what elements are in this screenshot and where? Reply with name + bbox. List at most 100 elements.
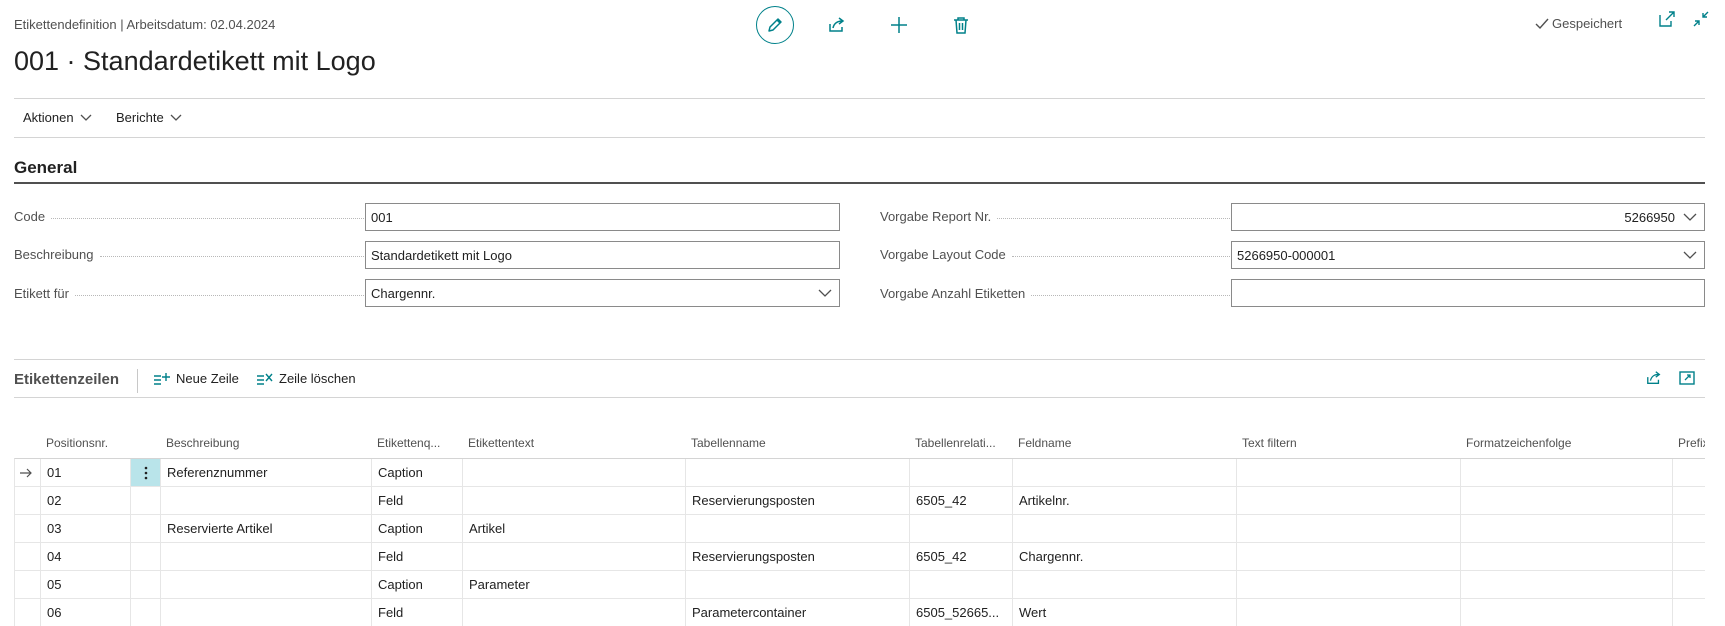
table-row[interactable]: 01 Referenznummer Caption	[15, 459, 1705, 487]
table-row[interactable]: 06 Feld Parametercontainer 6505_52665...…	[15, 599, 1705, 626]
cell-description[interactable]	[161, 487, 372, 514]
cell-type[interactable]: Caption	[372, 459, 463, 486]
actions-menu[interactable]: Aktionen	[23, 110, 92, 125]
cell-text-filter[interactable]	[1237, 571, 1461, 598]
cell-text[interactable]	[463, 543, 686, 570]
cell-text-filter[interactable]	[1237, 487, 1461, 514]
cell-format[interactable]	[1461, 487, 1673, 514]
cell-field-name[interactable]: Chargennr.	[1013, 543, 1237, 570]
column-header[interactable]: Prefix	[1672, 428, 1705, 458]
cell-format[interactable]	[1461, 515, 1673, 542]
cell-description[interactable]	[161, 599, 372, 626]
cell-table-name[interactable]: Parametercontainer	[686, 599, 910, 626]
cell-table-relation[interactable]: 6505_42	[910, 543, 1013, 570]
column-header[interactable]: Positionsnr.	[40, 428, 130, 458]
cell-type[interactable]: Feld	[372, 599, 463, 626]
table-row[interactable]: 04 Feld Reservierungsposten 6505_42 Char…	[15, 543, 1705, 571]
reports-menu[interactable]: Berichte	[116, 110, 182, 125]
cell-field-name[interactable]: Artikelnr.	[1013, 487, 1237, 514]
cell-position[interactable]: 04	[41, 543, 131, 570]
default-report-select[interactable]: 5266950	[1231, 203, 1705, 231]
cell-table-name[interactable]	[686, 459, 910, 486]
code-value: 001	[371, 209, 393, 225]
lines-expand-button[interactable]	[1673, 364, 1701, 392]
table-row[interactable]: 05 Caption Parameter	[15, 571, 1705, 599]
open-new-window-button[interactable]	[1652, 4, 1682, 34]
cell-text-filter[interactable]	[1237, 459, 1461, 486]
cell-table-name[interactable]	[686, 571, 910, 598]
cell-table-name[interactable]: Reservierungsposten	[686, 487, 910, 514]
cell-type[interactable]: Feld	[372, 543, 463, 570]
cell-type[interactable]: Feld	[372, 487, 463, 514]
cell-format[interactable]	[1461, 459, 1673, 486]
column-header[interactable]: Etikettentext	[462, 428, 685, 458]
new-button[interactable]	[880, 6, 918, 44]
cell-position[interactable]: 03	[41, 515, 131, 542]
cell-table-relation[interactable]	[910, 571, 1013, 598]
cell-prefix[interactable]	[1673, 487, 1706, 514]
cell-table-name[interactable]: Reservierungsposten	[686, 543, 910, 570]
cell-prefix[interactable]	[1673, 515, 1706, 542]
lines-share-button[interactable]	[1640, 364, 1668, 392]
open-in-new-window-icon	[1659, 11, 1675, 27]
new-line-button[interactable]: Neue Zeile	[153, 371, 239, 386]
column-header[interactable]: Beschreibung	[160, 428, 371, 458]
table-row[interactable]: 02 Feld Reservierungsposten 6505_42 Arti…	[15, 487, 1705, 515]
cell-format[interactable]	[1461, 571, 1673, 598]
column-header[interactable]: Etikettenq...	[371, 428, 462, 458]
new-line-icon	[154, 372, 170, 385]
delete-line-button[interactable]: Zeile löschen	[256, 371, 356, 386]
cell-description[interactable]: Reservierte Artikel	[161, 515, 372, 542]
table-row[interactable]: 03 Reservierte Artikel Caption Artikel	[15, 515, 1705, 543]
collapse-button[interactable]	[1686, 4, 1716, 34]
description-field[interactable]: Standardetikett mit Logo	[365, 241, 840, 269]
column-header[interactable]: Feldname	[1012, 428, 1236, 458]
cell-format[interactable]	[1461, 543, 1673, 570]
cell-position[interactable]: 01	[41, 459, 131, 486]
cell-text[interactable]: Artikel	[463, 515, 686, 542]
cell-field-name[interactable]	[1013, 459, 1237, 486]
share-button[interactable]	[818, 6, 856, 44]
cell-text-filter[interactable]	[1237, 599, 1461, 626]
cell-text[interactable]	[463, 459, 686, 486]
cell-table-relation[interactable]	[910, 515, 1013, 542]
cell-field-name[interactable]: Wert	[1013, 599, 1237, 626]
default-count-field[interactable]	[1231, 279, 1705, 307]
more-vertical-icon	[144, 466, 147, 479]
cell-field-name[interactable]	[1013, 515, 1237, 542]
cell-format[interactable]	[1461, 599, 1673, 626]
cell-text-filter[interactable]	[1237, 543, 1461, 570]
grid-header: Positionsnr. Beschreibung Etikettenq... …	[14, 428, 1705, 458]
edit-button[interactable]	[756, 6, 794, 44]
cell-table-relation[interactable]: 6505_42	[910, 487, 1013, 514]
cell-prefix[interactable]	[1673, 543, 1706, 570]
cell-position[interactable]: 06	[41, 599, 131, 626]
default-layout-select[interactable]: 5266950-000001	[1231, 241, 1705, 269]
column-header[interactable]: Tabellenname	[685, 428, 909, 458]
cell-text[interactable]	[463, 487, 686, 514]
cell-prefix[interactable]	[1673, 599, 1706, 626]
cell-table-relation[interactable]	[910, 459, 1013, 486]
cell-description[interactable]: Referenznummer	[161, 459, 372, 486]
cell-position[interactable]: 02	[41, 487, 131, 514]
label-for-select[interactable]: Chargennr.	[365, 279, 840, 307]
cell-description[interactable]	[161, 571, 372, 598]
cell-text[interactable]: Parameter	[463, 571, 686, 598]
cell-prefix[interactable]	[1673, 459, 1706, 486]
cell-type[interactable]: Caption	[372, 515, 463, 542]
code-field[interactable]: 001	[365, 203, 840, 231]
column-header[interactable]: Text filtern	[1236, 428, 1460, 458]
cell-description[interactable]	[161, 543, 372, 570]
cell-text[interactable]	[463, 599, 686, 626]
column-header[interactable]: Formatzeichenfolge	[1460, 428, 1672, 458]
cell-type[interactable]: Caption	[372, 571, 463, 598]
cell-position[interactable]: 05	[41, 571, 131, 598]
cell-table-relation[interactable]: 6505_52665...	[910, 599, 1013, 626]
column-header[interactable]: Tabellenrelati...	[909, 428, 1012, 458]
row-menu-button[interactable]	[131, 459, 161, 486]
cell-text-filter[interactable]	[1237, 515, 1461, 542]
cell-table-name[interactable]	[686, 515, 910, 542]
cell-prefix[interactable]	[1673, 571, 1706, 598]
delete-button[interactable]	[942, 6, 980, 44]
cell-field-name[interactable]	[1013, 571, 1237, 598]
